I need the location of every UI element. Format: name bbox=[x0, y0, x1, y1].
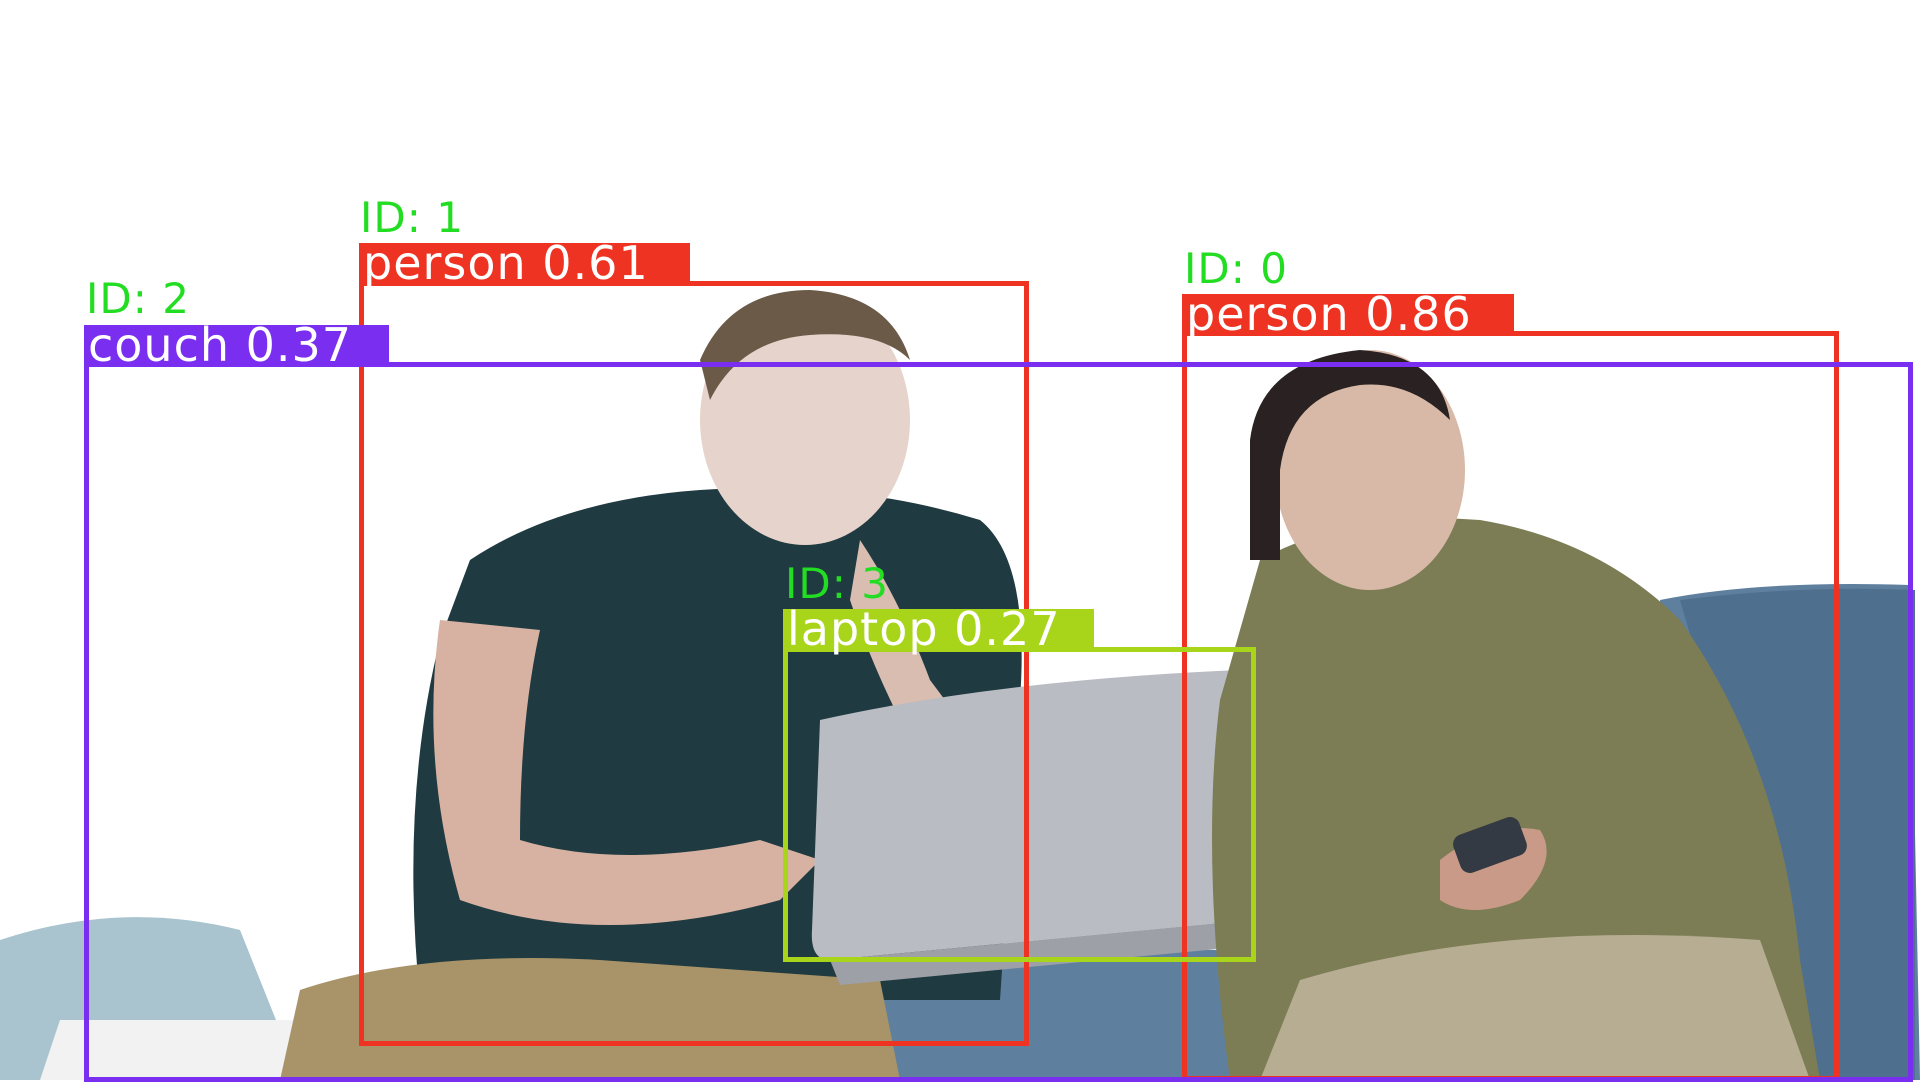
label-person-0: person 0.86 bbox=[1182, 291, 1514, 337]
label-person-1: person 0.61 bbox=[359, 240, 690, 286]
track-id-2: ID: 2 bbox=[86, 274, 190, 323]
track-id-0: ID: 0 bbox=[1184, 244, 1288, 293]
track-id-3: ID: 3 bbox=[785, 559, 889, 608]
track-id-1: ID: 1 bbox=[360, 193, 464, 242]
detection-overlay: person 0.61 ID: 1 person 0.86 ID: 0 couc… bbox=[0, 0, 1920, 1082]
bbox-laptop-3 bbox=[783, 647, 1256, 962]
label-laptop-3: laptop 0.27 bbox=[783, 606, 1094, 652]
label-couch-2: couch 0.37 bbox=[84, 322, 389, 368]
